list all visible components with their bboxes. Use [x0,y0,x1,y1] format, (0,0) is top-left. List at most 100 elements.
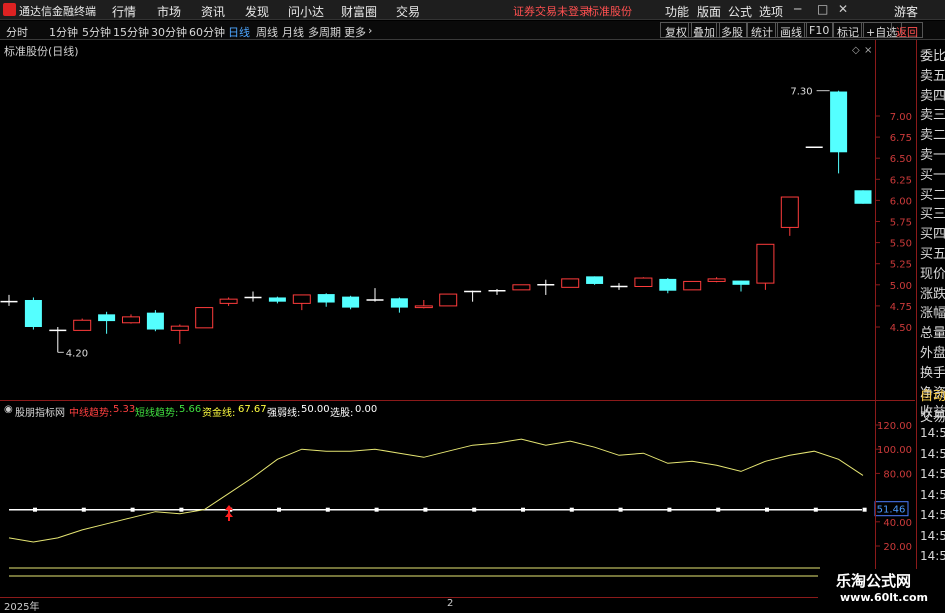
price-tick-label: 5.25 [890,260,912,271]
strength-dot [472,507,477,512]
fund-line [8,438,864,543]
candle-body [219,298,238,304]
strength-dot [33,507,37,512]
candle-body [342,296,360,308]
candle-body [586,276,604,284]
price-tick-label: 6.00 [890,196,912,207]
auto-trade-label: 交易 [920,409,945,425]
strength-dot [374,507,379,512]
quote-label: 现价 [920,266,945,282]
chart-canvas[interactable]: 7.00 6.75 6.50 6.25 6.00 5.75 5.50 5.25 5.00 4.75… [0,0,945,609]
price-tick-label: 7.00 [890,112,912,123]
strength-dot [521,507,525,512]
candle-body [634,277,653,287]
strength-dot [569,507,574,512]
strength-dot [130,507,135,512]
candle-body [390,298,408,308]
quote-label: 卖一 [920,148,945,163]
high-marker-label: 7.30 [790,87,812,98]
price-tick-label: 5.00 [890,281,912,292]
price-tick-label: 6.25 [890,175,912,186]
candle-body [732,280,750,285]
tick-time: 14:56 [920,446,945,461]
quote-label: 买四 [920,227,945,243]
quote-label: 买一 [920,167,945,183]
quote-label: 卖五 [920,68,945,84]
auto-trade-label: 自动 [920,389,945,404]
ind-value-strength: 50.00 [301,404,330,415]
ind-label-mid: 中线趋势: [69,408,113,419]
current-value-label: 51.46 [877,505,906,516]
tick-time: 14:56 [920,467,945,481]
price-tick-label: 4.75 [890,302,912,313]
indicator-expand-icon[interactable]: ◉ [4,404,13,415]
indicator-tick-label: 100.00 [877,445,912,456]
candle-body [659,278,677,291]
candle-body [414,305,433,309]
candle-body [146,312,164,330]
ind-label-select: 选股: [330,408,354,419]
indicator-tick-label: 40.00 [883,518,912,529]
candle-body [683,280,702,291]
price-tick-label: 6.50 [890,154,912,165]
ind-label-short: 短线趋势: [135,408,179,419]
candle-body [854,190,872,204]
strength-dot [618,507,623,512]
candle-body [780,196,799,228]
quote-label: 卖四 [920,88,945,104]
candle-body [268,297,286,302]
price-tick-label: 5.75 [890,218,912,229]
watermark-url: www.60lt.com [840,591,929,604]
strength-dot [813,507,818,512]
watermark-title: 乐淘公式网 [836,572,912,590]
quote-label: 换手 [920,365,945,381]
time-axis: 2025年 2 [0,597,945,613]
ind-value-select: 0.00 [355,404,378,415]
low-marker-label: 4.20 [66,348,88,359]
buy-arrow-icon [225,512,233,521]
strength-dot [765,507,769,512]
indicator-tick-label: 120.00 [877,421,912,432]
candle-body [98,314,116,322]
price-tick-label: 6.75 [890,133,912,144]
strength-dot [667,507,672,512]
month-mark: 2 [447,598,454,609]
strength-dot [179,507,184,512]
candle-body [830,91,848,153]
ind-label-strength: 强弱线: [267,408,301,419]
candle-body [73,319,92,331]
quote-label: 买五 [920,247,945,262]
strength-dot [862,507,867,512]
quote-label: 涨幅 [920,306,945,322]
quote-panel: 委比 卖五 卖四 卖三 卖二 卖一 买一 买二 买三 买四 买五 现价 涨跌 涨幅 总量 外盘 换手 净资 收益 自动… [916,40,945,609]
indicator-tick-label: 20.00 [883,542,912,553]
candle-body [707,278,726,282]
candle-body [439,293,458,307]
close-pane-icon: × [864,45,872,56]
strength-dot [277,507,281,512]
ind-value-fund: 67.67 [238,404,267,415]
indicator-tick-label: 80.00 [883,469,912,480]
candle-body [195,307,214,329]
quote-label: 卖二 [920,128,945,144]
candle-body [292,294,311,304]
candle-body [24,299,42,327]
ind-label-fund: 资金线: [202,408,236,419]
candle-body [561,278,580,288]
strength-dot [81,507,86,512]
indicator-name[interactable]: 股朋指标网 [15,404,65,419]
ind-value-mid: 5.33 [113,404,136,415]
tick-time: 14:56 [920,549,945,563]
candle-body [122,316,140,324]
candle-body [170,325,189,331]
tick-time: 14:56 [920,487,945,502]
strength-dot [423,507,428,512]
quote-label: 涨跌 [920,286,945,302]
price-tick-label: 5.50 [890,239,912,250]
tick-time: 14:56 [920,508,945,522]
pane-divider [0,400,915,401]
candle-body [317,294,335,303]
quote-label: 卖三 [920,108,945,124]
ind-value-short: 5.66 [179,404,202,415]
diamond-icon: ◇ [852,45,860,56]
